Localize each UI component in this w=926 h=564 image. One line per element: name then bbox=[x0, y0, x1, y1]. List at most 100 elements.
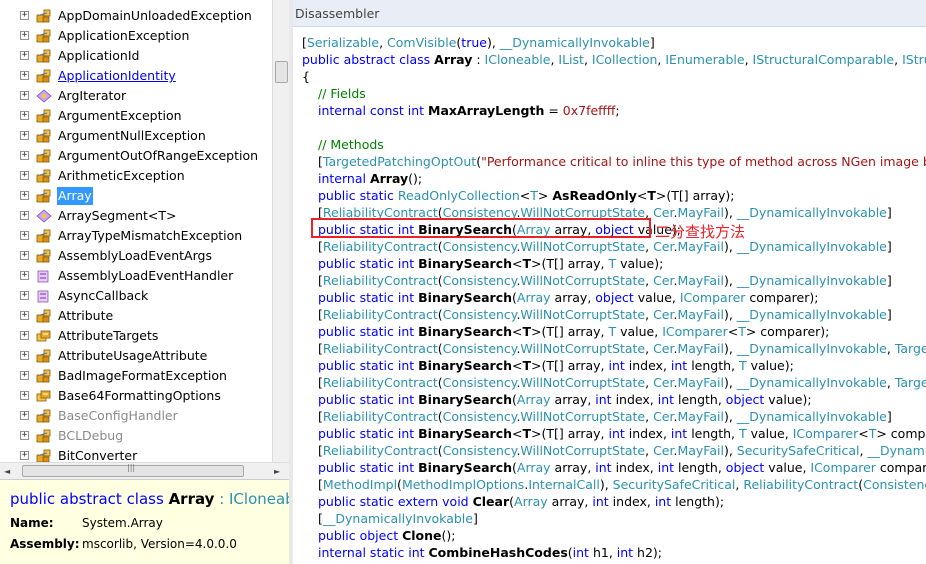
tree-item-label[interactable]: ApplicationId bbox=[57, 47, 140, 65]
tree-item[interactable]: + AssemblyLoadEventHandler bbox=[0, 266, 272, 286]
scroll-left-arrow-icon[interactable]: ◄ bbox=[4, 463, 10, 480]
code-token: (); bbox=[441, 528, 456, 543]
code-line: public static int BinarySearch(Array arr… bbox=[318, 459, 926, 476]
tree-item-label[interactable]: AttributeUsageAttribute bbox=[57, 347, 208, 365]
code-token: Consistency bbox=[442, 307, 517, 322]
tree-vertical-scroll-thumb[interactable] bbox=[275, 61, 288, 83]
expand-toggle-icon[interactable]: + bbox=[20, 391, 29, 400]
tree-item-label[interactable]: AppDomainUnloadedException bbox=[57, 7, 253, 25]
expand-toggle-icon[interactable]: + bbox=[20, 231, 29, 240]
tree-item-label[interactable]: ArgumentNullException bbox=[57, 127, 207, 145]
code-token: < bbox=[636, 188, 648, 203]
tree-item-label[interactable]: AssemblyLoadEventArgs bbox=[57, 247, 213, 265]
tree-item-label[interactable]: ArrayTypeMismatchException bbox=[57, 227, 243, 245]
tree-horizontal-scroll-thumb[interactable]: ||| bbox=[22, 463, 244, 477]
tree-item-label[interactable]: ArithmeticException bbox=[57, 167, 186, 185]
tree-item-label[interactable]: ArgumentOutOfRangeException bbox=[57, 147, 259, 165]
tree-item[interactable]: + Attribute bbox=[0, 306, 272, 326]
code-token: public static int bbox=[318, 324, 419, 339]
tree-item[interactable]: + ArithmeticException bbox=[0, 166, 272, 186]
code-token: >(T[] array, bbox=[531, 358, 609, 373]
expand-toggle-icon[interactable]: + bbox=[20, 251, 29, 260]
expand-toggle-icon[interactable]: + bbox=[20, 451, 29, 460]
expand-toggle-icon[interactable]: + bbox=[20, 331, 29, 340]
expand-toggle-icon[interactable]: + bbox=[20, 191, 29, 200]
expand-toggle-icon[interactable]: + bbox=[20, 371, 29, 380]
tree-item-label[interactable]: Base64FormattingOptions bbox=[57, 387, 222, 405]
expand-toggle-icon[interactable]: + bbox=[20, 171, 29, 180]
tree-item-label[interactable]: ArraySegment<T> bbox=[57, 207, 178, 225]
scroll-right-arrow-icon[interactable]: ► bbox=[274, 463, 280, 480]
tree-item[interactable]: + AppDomainUnloadedException bbox=[0, 6, 272, 26]
expand-toggle-icon[interactable]: + bbox=[20, 311, 29, 320]
tree-item[interactable]: + AsyncCallback bbox=[0, 286, 272, 306]
code-line: internal const int MaxArrayLength = 0x7f… bbox=[318, 102, 620, 119]
tree-item[interactable]: + ArgIterator bbox=[0, 86, 272, 106]
tree-item[interactable]: + ApplicationIdentity bbox=[0, 66, 272, 86]
tree-item-label[interactable]: BitConverter bbox=[57, 447, 138, 462]
tree-item[interactable]: + AttributeUsageAttribute bbox=[0, 346, 272, 366]
tree-item[interactable]: + ApplicationId bbox=[0, 46, 272, 66]
expand-toggle-icon[interactable]: + bbox=[20, 151, 29, 160]
code-token: array, bbox=[547, 494, 593, 509]
tree-item[interactable]: + BaseConfigHandler bbox=[0, 406, 272, 426]
expand-toggle-icon[interactable]: + bbox=[20, 211, 29, 220]
tree-item[interactable]: + ArraySegment<T> bbox=[0, 206, 272, 226]
tree-item[interactable]: + ApplicationException bbox=[0, 26, 272, 46]
expand-toggle-icon[interactable]: + bbox=[20, 31, 29, 40]
code-token: Array bbox=[516, 392, 551, 407]
tree-item-label[interactable]: AssemblyLoadEventHandler bbox=[57, 267, 234, 285]
tree-item[interactable]: + BCLDebug bbox=[0, 426, 272, 446]
tree-item[interactable]: + BitConverter bbox=[0, 446, 272, 462]
tree-item-label[interactable]: ArgumentException bbox=[57, 107, 183, 125]
tree-item-label[interactable]: AttributeTargets bbox=[57, 327, 159, 345]
tree-item-label[interactable]: BCLDebug bbox=[57, 427, 124, 445]
enum-icon bbox=[36, 389, 52, 403]
tree-item-label[interactable]: ApplicationIdentity bbox=[57, 67, 177, 85]
code-token: , bbox=[744, 52, 753, 67]
tree-item[interactable]: + ArrayTypeMismatchException bbox=[0, 226, 272, 246]
expand-toggle-icon[interactable]: + bbox=[20, 91, 29, 100]
code-line: [ReliabilityContract(Consistency.WillNot… bbox=[318, 340, 926, 357]
tree-item[interactable]: + Base64FormattingOptions bbox=[0, 386, 272, 406]
tree-item[interactable]: + ArgumentOutOfRangeException bbox=[0, 146, 272, 166]
tree-item[interactable]: + AttributeTargets bbox=[0, 326, 272, 346]
tree-item-label[interactable]: Array bbox=[57, 187, 93, 205]
expand-toggle-icon[interactable]: + bbox=[20, 431, 29, 440]
tree-item[interactable]: + BadImageFormatException bbox=[0, 366, 272, 386]
code-line: [ReliabilityContract(Consistency.WillNot… bbox=[318, 374, 926, 391]
code-token: MethodImplOptions bbox=[401, 477, 525, 492]
expand-toggle-icon[interactable]: + bbox=[20, 111, 29, 120]
disassembler-title: Disassembler bbox=[295, 6, 380, 21]
code-token: value, bbox=[616, 324, 663, 339]
expand-toggle-icon[interactable]: + bbox=[20, 351, 29, 360]
tree-item[interactable]: + AssemblyLoadEventArgs bbox=[0, 246, 272, 266]
class-icon bbox=[36, 249, 52, 263]
code-token: , bbox=[645, 307, 654, 322]
expand-toggle-icon[interactable]: + bbox=[20, 411, 29, 420]
tree-vertical-scrollbar[interactable] bbox=[272, 0, 289, 462]
tree-horizontal-scrollbar[interactable]: ◄ ||| ► bbox=[0, 462, 289, 479]
expand-toggle-icon[interactable]: + bbox=[20, 271, 29, 280]
code-token: Array bbox=[369, 171, 409, 186]
expand-toggle-icon[interactable]: + bbox=[20, 11, 29, 20]
tree-item-label[interactable]: ArgIterator bbox=[57, 87, 127, 105]
expand-toggle-icon[interactable]: + bbox=[20, 291, 29, 300]
code-token: < bbox=[512, 324, 523, 339]
code-token: ), bbox=[723, 273, 737, 288]
tree-item-label[interactable]: AsyncCallback bbox=[57, 287, 149, 305]
code-token: ), bbox=[723, 205, 737, 220]
expand-toggle-icon[interactable]: + bbox=[20, 131, 29, 140]
expand-toggle-icon[interactable]: + bbox=[20, 51, 29, 60]
tree-item-label[interactable]: BadImageFormatException bbox=[57, 367, 228, 385]
disassembler-pane: Disassembler [Serializable, ComVisible(t… bbox=[293, 0, 926, 564]
tree-item[interactable]: + Array bbox=[0, 186, 272, 206]
tree-item-label[interactable]: BaseConfigHandler bbox=[57, 407, 179, 425]
expand-toggle-icon[interactable]: + bbox=[20, 71, 29, 80]
tree-item-label[interactable]: ApplicationException bbox=[57, 27, 190, 45]
tree-item[interactable]: + ArgumentNullException bbox=[0, 126, 272, 146]
tree-item[interactable]: + ArgumentException bbox=[0, 106, 272, 126]
type-tree-view[interactable]: + AppDomainUnloadedException + ApplicationE… bbox=[0, 0, 272, 462]
code-token: , bbox=[645, 341, 654, 356]
tree-item-label[interactable]: Attribute bbox=[57, 307, 114, 325]
